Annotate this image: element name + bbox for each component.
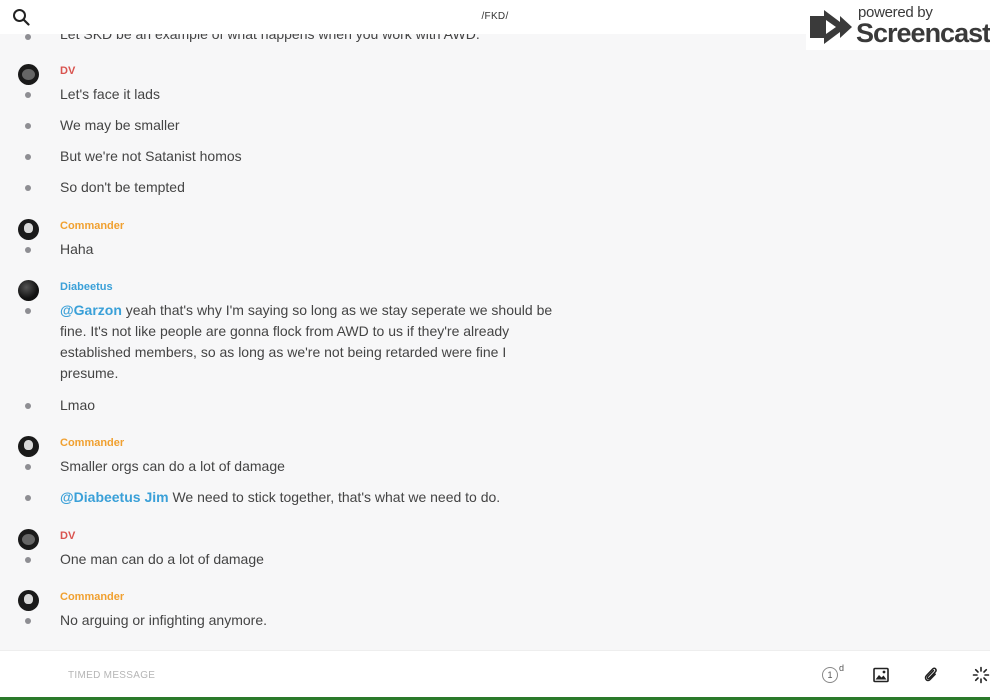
timer-value: 1: [822, 667, 838, 683]
author-name[interactable]: DV: [60, 530, 75, 542]
message-composer: TIMED MESSAGE 1 d: [0, 650, 990, 700]
author-name[interactable]: Commander: [60, 591, 124, 603]
message-bullet: [25, 247, 31, 253]
message-bullet: [25, 618, 31, 624]
avatar[interactable]: [18, 219, 39, 240]
user-mention[interactable]: @Garzon: [60, 302, 122, 318]
avatar[interactable]: [18, 436, 39, 457]
message-text: So don't be tempted: [60, 179, 185, 195]
user-mention[interactable]: @Diabeetus Jim: [60, 489, 169, 505]
avatar[interactable]: [18, 64, 39, 85]
message-text: But we're not Satanist homos: [60, 148, 242, 164]
timer-unit: d: [839, 663, 845, 673]
paperclip-icon[interactable]: [923, 666, 939, 684]
message-bullet: [25, 557, 31, 563]
author-name[interactable]: Diabeetus: [60, 281, 113, 293]
chat-screen: /FKD/ powered by Screencastify Let SKD b…: [0, 0, 990, 700]
author-name[interactable]: DV: [60, 65, 75, 77]
message-text: Let's face it lads: [60, 86, 160, 102]
message-bullet: [25, 464, 31, 470]
sparkle-icon[interactable]: [972, 666, 990, 684]
avatar[interactable]: [18, 529, 39, 550]
message-bullet: [25, 123, 31, 129]
message-body: yeah that's why I'm saying so long as we…: [60, 302, 553, 381]
image-icon[interactable]: [873, 667, 889, 683]
message-text: Lmao: [60, 397, 96, 413]
message-bullet: [25, 154, 31, 160]
message-bullet: [25, 403, 31, 409]
message-text: Let SKD be an example of what happens wh…: [60, 34, 480, 42]
message-text: We may be smaller: [60, 117, 180, 133]
author-name[interactable]: Commander: [60, 437, 124, 449]
message-text: @Garzon yeah that's why I'm saying so lo…: [60, 300, 560, 384]
message-text: No arguing or infighting anymore.: [60, 612, 268, 628]
timed-message-input[interactable]: TIMED MESSAGE: [68, 670, 155, 681]
message-bullet: [25, 92, 31, 98]
message-text: Smaller orgs can do a lot of damage: [60, 458, 285, 474]
message-body: We need to stick together, that's what w…: [168, 489, 501, 505]
message-text: Haha: [60, 241, 94, 257]
message-text: @Diabeetus Jim We need to stick together…: [60, 487, 500, 508]
message-bullet: [25, 34, 31, 40]
author-name[interactable]: Commander: [60, 220, 124, 232]
timer-button[interactable]: 1 d: [822, 663, 845, 685]
message-list: Let SKD be an example of what happens wh…: [0, 34, 990, 650]
avatar[interactable]: [18, 590, 39, 611]
message-bullet: [25, 185, 31, 191]
message-text: One man can do a lot of damage: [60, 551, 264, 567]
avatar[interactable]: [18, 280, 39, 301]
message-bullet: [25, 308, 31, 314]
message-bullet: [25, 495, 31, 501]
